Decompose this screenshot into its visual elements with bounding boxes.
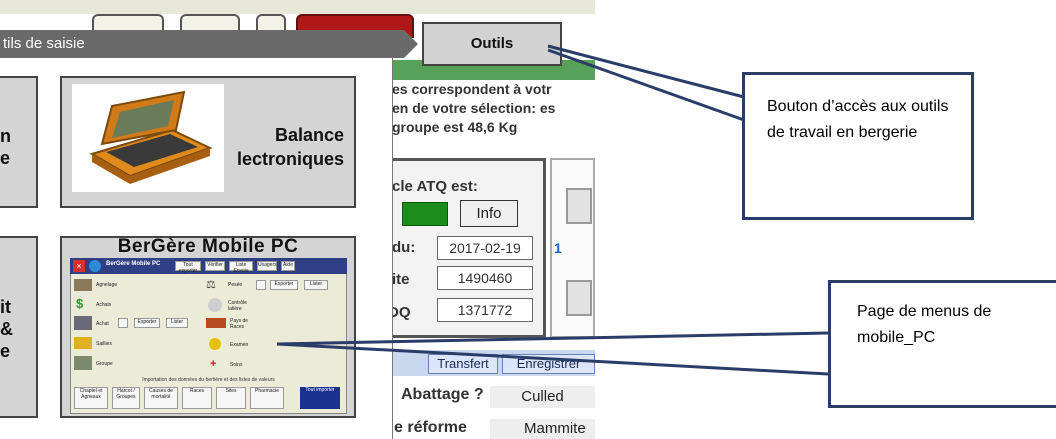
callout-tools-description: Bouton d’accès aux outils de travail en … — [742, 72, 974, 220]
callout-line-top-2 — [547, 48, 745, 122]
callout-line-bottom-1 — [276, 331, 829, 346]
callout-line-bottom-2 — [276, 342, 829, 376]
callout-mobile-pc-description: Page de menus de mobile_PC — [828, 280, 1056, 408]
callout-line-top-1 — [547, 44, 745, 99]
